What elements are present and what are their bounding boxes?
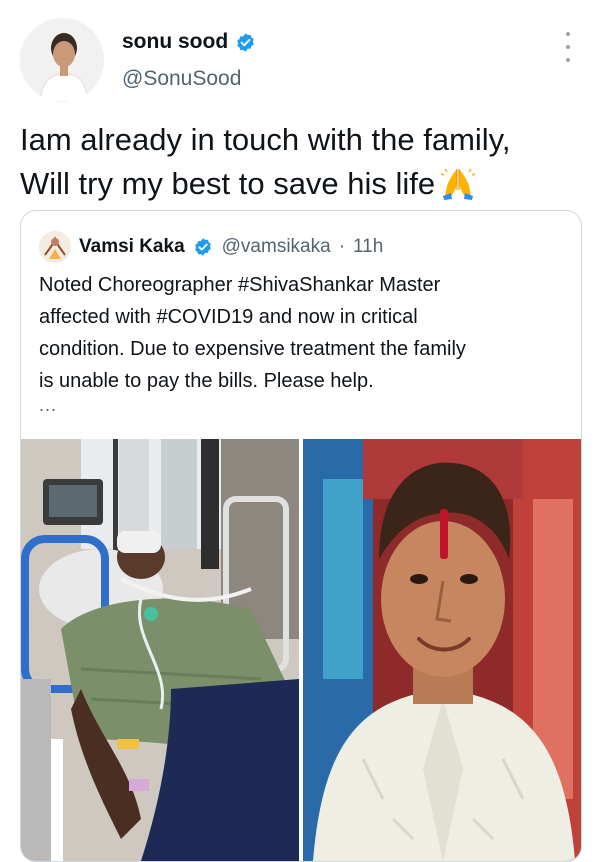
tweet-text-line-content: Will try my best to save his life: [20, 166, 436, 201]
quoted-text-line: affected with #COVID19 and now in critic…: [39, 306, 418, 328]
tweet-text-line: Iam already in touch with the family,: [20, 122, 511, 157]
folded-hands-icon: [439, 166, 477, 200]
quoted-author-handle[interactable]: @vamsikaka: [222, 236, 331, 258]
quoted-text-line: is unable to pay the bills. Please help.: [39, 370, 374, 392]
quoted-tweet-time[interactable]: 11h: [353, 236, 383, 258]
portrait-photo[interactable]: [303, 439, 581, 861]
verified-badge-icon: [193, 237, 214, 258]
quoted-text-line: Noted Choreographer #ShivaShankar Master: [39, 274, 441, 296]
separator-dot: ·: [338, 236, 346, 257]
author-name-text[interactable]: sonu sood: [122, 30, 228, 54]
author-name[interactable]: sonu sood: [122, 30, 256, 54]
more-options-icon[interactable]: [558, 32, 578, 62]
quoted-author-avatar[interactable]: [39, 231, 71, 263]
tweet-text: Iam already in touch with the family, Wi…: [20, 118, 580, 206]
quoted-tweet-card[interactable]: Vamsi Kaka @vamsikaka · 11h Noted Choreo…: [20, 210, 582, 862]
quoted-tweet-header: Vamsi Kaka @vamsikaka · 11h: [39, 231, 383, 263]
quoted-text-ellipsis: ...: [39, 395, 58, 415]
author-handle[interactable]: @SonuSood: [122, 67, 241, 91]
author-avatar[interactable]: [20, 18, 104, 102]
verified-badge-icon: [235, 32, 256, 53]
quoted-tweet-media: [21, 439, 581, 861]
quoted-author-name[interactable]: Vamsi Kaka: [79, 236, 185, 258]
hospital-bed-photo[interactable]: [21, 439, 299, 861]
quoted-tweet-text: Noted Choreographer #ShivaShankar Master…: [39, 269, 569, 397]
tweet-text-line: Will try my best to save his life: [20, 162, 580, 206]
quoted-text-line: condition. Due to expensive treatment th…: [39, 338, 466, 360]
